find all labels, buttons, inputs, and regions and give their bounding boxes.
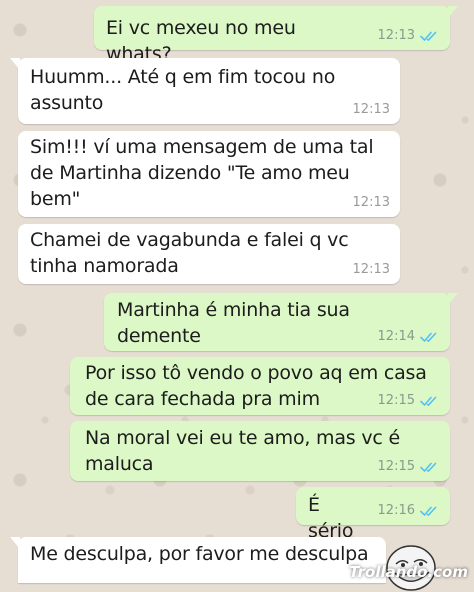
message-text: Me desculpa, por favor me desculpa	[30, 543, 369, 565]
message-time: 12:13	[352, 195, 390, 210]
message-time: 12:13	[377, 28, 415, 43]
double-check-icon	[420, 462, 437, 473]
message-bubble-incoming[interactable]: Me desculpa, por favor me desculpa	[10, 537, 386, 583]
double-check-icon	[420, 506, 437, 517]
message-text: Chamei de vagabunda e falei q vc tinha n…	[30, 229, 349, 277]
double-check-icon	[420, 396, 437, 407]
message-time: 12:15	[377, 459, 415, 474]
double-check-icon	[420, 31, 437, 42]
double-check-icon	[420, 332, 437, 343]
message-bubble-outgoing[interactable]: Na moral vei eu te amo, mas vc é maluca …	[70, 421, 450, 481]
message-bubble-outgoing[interactable]: É sério 12:16	[296, 487, 450, 542]
message-time: 12:13	[352, 102, 390, 117]
message-bubble-incoming[interactable]: Sim!!! ví uma mensagem de uma tal de Mar…	[18, 131, 400, 217]
message-text: Sim!!! ví uma mensagem de uma tal de Mar…	[30, 136, 374, 210]
message-time: 12:15	[377, 393, 415, 408]
message-bubble-outgoing[interactable]: Ei vc mexeu no meu whats? 12:13	[94, 6, 458, 65]
message-time: 12:14	[377, 329, 415, 344]
message-text: Huumm... Até q em fim tocou no assunto	[30, 66, 336, 114]
message-time: 12:16	[377, 503, 415, 518]
message-bubble-incoming[interactable]: Chamei de vagabunda e falei q vc tinha n…	[18, 224, 400, 284]
watermark: Trollando.com	[349, 563, 468, 581]
message-bubble-outgoing[interactable]: Martinha é minha tia sua demente 12:14	[104, 293, 458, 351]
message-time: 12:13	[352, 262, 390, 277]
message-bubble-incoming[interactable]: Huumm... Até q em fim tocou no assunto 1…	[10, 58, 400, 124]
message-bubble-outgoing[interactable]: Por isso tô vendo o povo aq em casa de c…	[70, 357, 450, 415]
